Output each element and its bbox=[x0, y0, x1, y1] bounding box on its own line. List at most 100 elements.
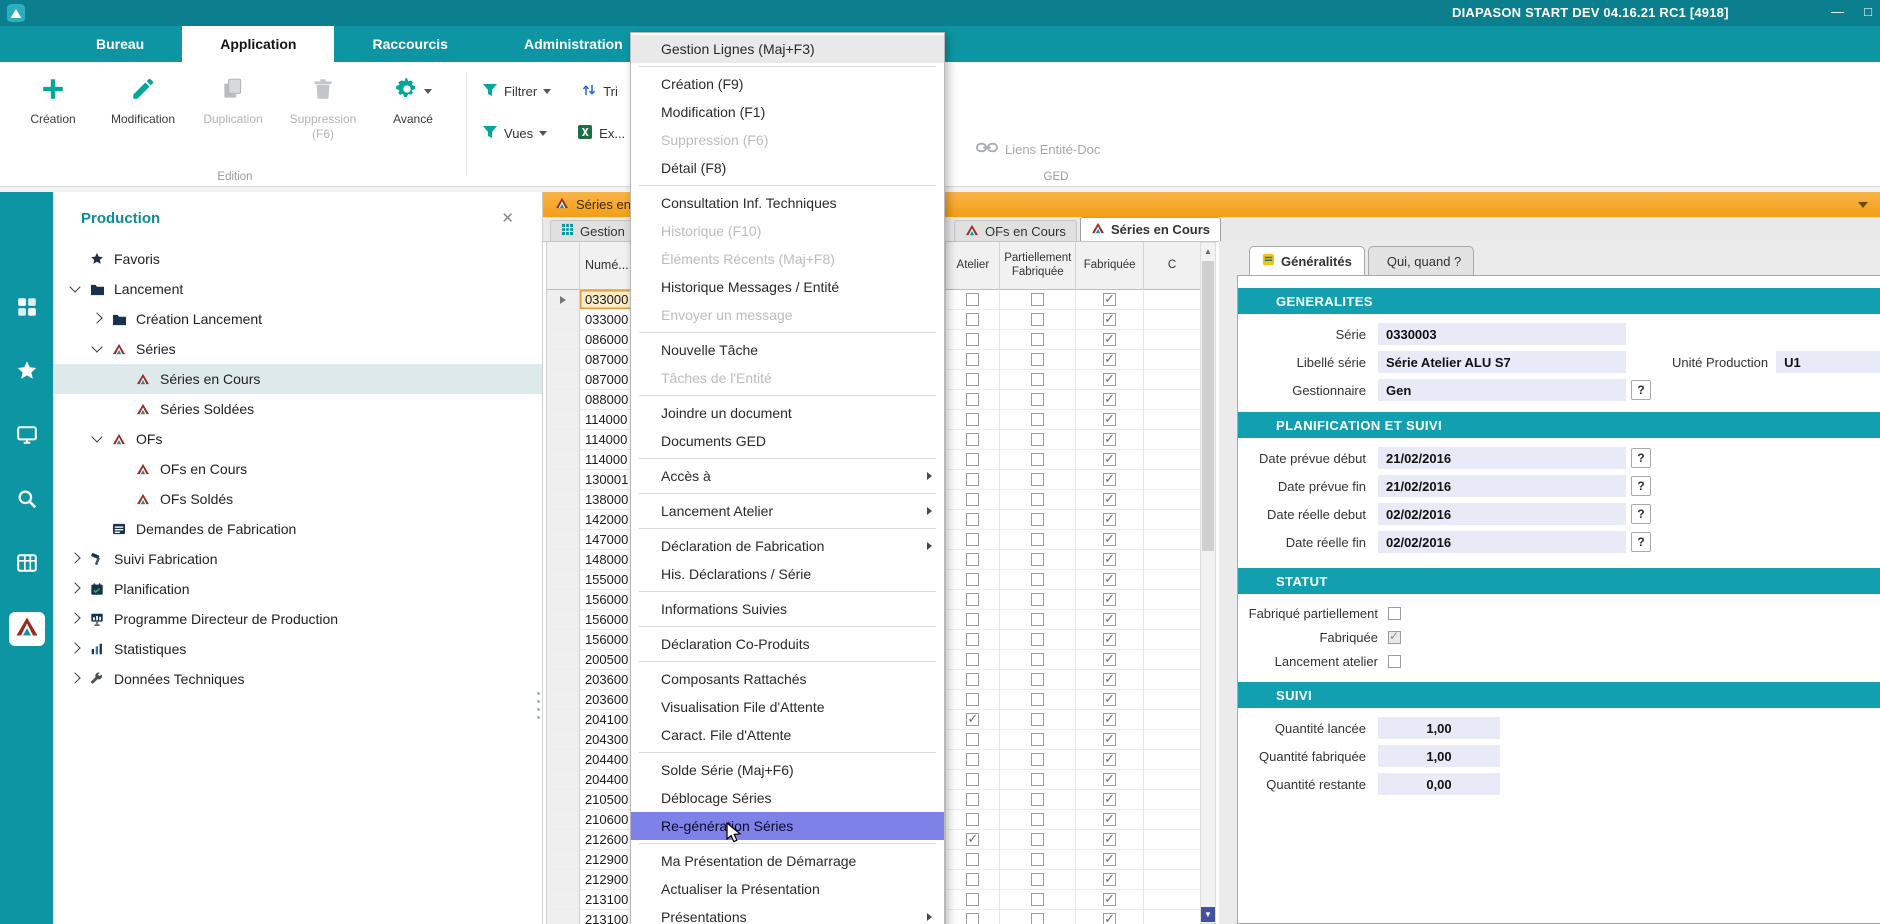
context-menu-item[interactable]: Historique (F10) bbox=[631, 217, 944, 245]
row-gutter[interactable] bbox=[547, 450, 580, 470]
tree-item[interactable]: Planification bbox=[53, 574, 542, 604]
cell-atelier[interactable] bbox=[946, 830, 1000, 850]
statut-checkbox[interactable] bbox=[1388, 631, 1401, 644]
cell-partiellement[interactable] bbox=[1000, 530, 1076, 550]
tree-item[interactable]: OFs bbox=[53, 424, 542, 454]
cell-fabriquee[interactable] bbox=[1076, 610, 1144, 630]
cell-fabriquee[interactable] bbox=[1076, 650, 1144, 670]
cell-atelier[interactable] bbox=[946, 510, 1000, 530]
atelier-checkbox[interactable] bbox=[966, 913, 979, 924]
cell-partiellement[interactable] bbox=[1000, 790, 1076, 810]
serie-field[interactable]: 0330003 bbox=[1378, 323, 1626, 345]
cell-cut[interactable] bbox=[1144, 870, 1200, 890]
close-icon[interactable]: ✕ bbox=[501, 209, 514, 227]
cell-fabriquee[interactable] bbox=[1076, 490, 1144, 510]
cell-fabriquee[interactable] bbox=[1076, 730, 1144, 750]
partiellement-checkbox[interactable] bbox=[1031, 853, 1044, 866]
atelier-checkbox[interactable] bbox=[966, 433, 979, 446]
details-tab[interactable]: Généralités bbox=[1249, 246, 1365, 275]
cell-partiellement[interactable] bbox=[1000, 890, 1076, 910]
cell-partiellement[interactable] bbox=[1000, 370, 1076, 390]
row-gutter[interactable] bbox=[547, 530, 580, 550]
atelier-checkbox[interactable] bbox=[966, 873, 979, 886]
cell-atelier[interactable] bbox=[946, 850, 1000, 870]
menu-tab[interactable]: Bureau bbox=[58, 26, 182, 62]
filtrer-button[interactable]: Filtrer bbox=[504, 84, 537, 99]
cell-cut[interactable] bbox=[1144, 390, 1200, 410]
partiellement-checkbox[interactable] bbox=[1031, 433, 1044, 446]
context-menu-item[interactable]: Consultation Inf. Techniques bbox=[631, 189, 944, 217]
module-strip-button[interactable] bbox=[9, 292, 45, 326]
cell-cut[interactable] bbox=[1144, 330, 1200, 350]
row-gutter[interactable] bbox=[547, 810, 580, 830]
context-menu-item[interactable]: Détail (F8) bbox=[631, 154, 944, 182]
atelier-checkbox[interactable] bbox=[966, 393, 979, 406]
module-strip-button[interactable] bbox=[9, 484, 45, 518]
cell-atelier[interactable] bbox=[946, 290, 1000, 310]
cell-cut[interactable] bbox=[1144, 850, 1200, 870]
cell-cut[interactable] bbox=[1144, 630, 1200, 650]
module-strip-button[interactable] bbox=[9, 612, 45, 646]
document-tab[interactable]: Gestion bbox=[550, 220, 636, 241]
row-gutter[interactable] bbox=[547, 770, 580, 790]
row-gutter[interactable] bbox=[547, 650, 580, 670]
help-button[interactable]: ? bbox=[1631, 532, 1651, 552]
fabriquee-checkbox[interactable] bbox=[1103, 893, 1116, 906]
row-gutter[interactable] bbox=[547, 310, 580, 330]
cell-cut[interactable] bbox=[1144, 690, 1200, 710]
module-strip-button[interactable] bbox=[9, 420, 45, 454]
cell-partiellement[interactable] bbox=[1000, 830, 1076, 850]
cell-cut[interactable] bbox=[1144, 590, 1200, 610]
row-gutter[interactable] bbox=[547, 670, 580, 690]
tree-item[interactable]: OFs Soldés bbox=[53, 484, 542, 514]
context-menu-item[interactable]: His. Déclarations / Série bbox=[631, 560, 944, 588]
date-field[interactable]: 21/02/2016 bbox=[1378, 475, 1626, 497]
cell-atelier[interactable] bbox=[946, 590, 1000, 610]
cell-partiellement[interactable] bbox=[1000, 470, 1076, 490]
atelier-checkbox[interactable] bbox=[966, 653, 979, 666]
cell-partiellement[interactable] bbox=[1000, 750, 1076, 770]
statut-checkbox[interactable] bbox=[1388, 655, 1401, 668]
context-menu-item[interactable]: Joindre un document bbox=[631, 399, 944, 427]
cell-fabriquee[interactable] bbox=[1076, 790, 1144, 810]
ribbon-button[interactable]: Modification bbox=[98, 62, 188, 142]
atelier-checkbox[interactable] bbox=[966, 893, 979, 906]
context-menu-item[interactable]: Visualisation File d'Attente bbox=[631, 693, 944, 721]
row-gutter[interactable] bbox=[547, 470, 580, 490]
document-tab[interactable]: Séries en Cours bbox=[1080, 217, 1221, 241]
cell-atelier[interactable] bbox=[946, 550, 1000, 570]
cell-cut[interactable] bbox=[1144, 810, 1200, 830]
cell-atelier[interactable] bbox=[946, 630, 1000, 650]
row-gutter[interactable] bbox=[547, 850, 580, 870]
row-gutter[interactable] bbox=[547, 610, 580, 630]
fabriquee-checkbox[interactable] bbox=[1103, 413, 1116, 426]
cell-partiellement[interactable] bbox=[1000, 630, 1076, 650]
fabriquee-checkbox[interactable] bbox=[1103, 753, 1116, 766]
context-menu-item[interactable]: Suppression (F6) bbox=[631, 126, 944, 154]
context-menu-item[interactable] bbox=[639, 591, 936, 592]
cell-fabriquee[interactable] bbox=[1076, 450, 1144, 470]
libelle-field[interactable]: Série Atelier ALU S7 bbox=[1378, 351, 1626, 373]
row-gutter[interactable] bbox=[547, 550, 580, 570]
atelier-checkbox[interactable] bbox=[966, 693, 979, 706]
cell-partiellement[interactable] bbox=[1000, 730, 1076, 750]
context-menu-item[interactable]: Lancement Atelier bbox=[631, 497, 944, 525]
partiellement-checkbox[interactable] bbox=[1031, 453, 1044, 466]
context-menu-item[interactable]: Déclaration Co-Produits bbox=[631, 630, 944, 658]
partiellement-checkbox[interactable] bbox=[1031, 513, 1044, 526]
minimize-button[interactable]: — bbox=[1831, 4, 1844, 19]
tree-item[interactable]: Statistiques bbox=[53, 634, 542, 664]
cell-fabriquee[interactable] bbox=[1076, 310, 1144, 330]
context-menu-item[interactable]: Accès à bbox=[631, 462, 944, 490]
cell-cut[interactable] bbox=[1144, 570, 1200, 590]
atelier-checkbox[interactable] bbox=[966, 813, 979, 826]
cell-atelier[interactable] bbox=[946, 770, 1000, 790]
row-gutter[interactable] bbox=[547, 910, 580, 924]
cell-cut[interactable] bbox=[1144, 890, 1200, 910]
cell-atelier[interactable] bbox=[946, 570, 1000, 590]
fabriquee-checkbox[interactable] bbox=[1103, 313, 1116, 326]
row-gutter[interactable] bbox=[547, 510, 580, 530]
fabriquee-checkbox[interactable] bbox=[1103, 493, 1116, 506]
scroll-up-icon[interactable]: ▲ bbox=[1201, 244, 1215, 259]
cell-fabriquee[interactable] bbox=[1076, 890, 1144, 910]
